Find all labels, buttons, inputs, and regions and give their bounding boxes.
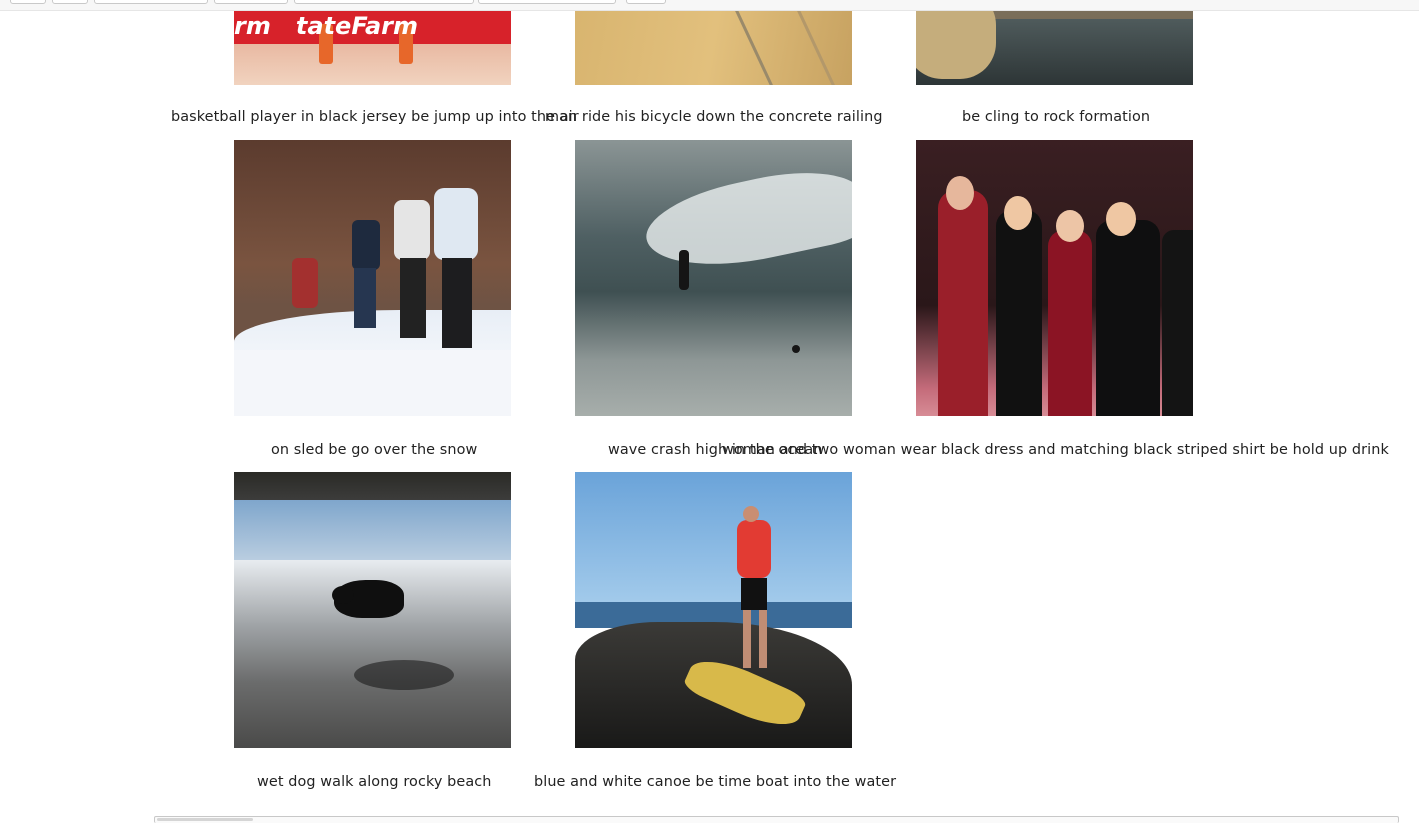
surfer-wave-photo — [575, 140, 852, 416]
toolbar-button-group[interactable] — [214, 0, 288, 4]
caption: blue and white canoe be time boat into t… — [534, 774, 897, 790]
toolbar-button-group[interactable] — [294, 0, 474, 4]
toolbar-button-group[interactable] — [94, 0, 208, 4]
toolbar-button[interactable] — [10, 0, 46, 4]
toolbar-button[interactable] — [626, 0, 666, 4]
horizontal-scrollbar[interactable] — [154, 816, 1399, 823]
banner-text: rm tateFarm — [234, 12, 419, 40]
rock-water-photo — [916, 0, 1193, 85]
dog-beach-photo — [234, 472, 511, 748]
top-toolbar — [0, 0, 1419, 11]
caption: wet dog walk along rocky beach — [257, 774, 492, 790]
caption: woman and two woman wear black dress and… — [722, 442, 1389, 458]
basketball-court-photo: rm tateFarm — [234, 0, 511, 85]
skiers-snow-photo — [234, 140, 511, 416]
man-kayak-photo — [575, 472, 852, 748]
women-party-photo — [916, 140, 1193, 416]
caption: be cling to rock formation — [962, 109, 1151, 125]
caption: man ride his bicycle down the concrete r… — [545, 109, 883, 125]
caption: on sled be go over the snow — [271, 442, 478, 458]
toolbar-dropdown[interactable] — [478, 0, 616, 4]
concrete-railing-photo — [575, 0, 852, 85]
caption: basketball player in black jersey be jum… — [171, 109, 579, 125]
toolbar-button[interactable] — [52, 0, 88, 4]
